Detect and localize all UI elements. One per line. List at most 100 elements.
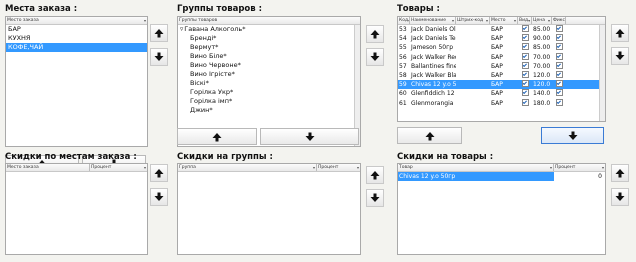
goods-row[interactable]: 60 Glenfiddich 12 y.o БАР 140.0 [398,89,605,98]
filter-icon[interactable]: ▾ [313,165,315,170]
goods-cell-barcode [456,43,490,52]
goods-vid-checkbox[interactable] [522,70,529,78]
goods-row[interactable]: 57 Ballantines finest 5 БАР 70.00 [398,61,605,71]
goods-grid-header[interactable]: Код ▾ Наименование ▾ Штрих-код ▾ Место ▾ Вид ▾ Цен… [398,17,605,25]
filter-icon[interactable]: ▾ [357,165,359,170]
filter-icon[interactable]: ▾ [548,18,550,23]
group-tree-item[interactable]: Вино Червоне* [178,61,360,70]
goods-vid-checkbox[interactable] [522,52,529,60]
places-move-down-button[interactable] [150,48,168,66]
goods-cell-code: 58 [399,71,407,79]
place-item[interactable]: КУХНЯ [6,34,147,43]
filter-icon[interactable]: ▾ [514,18,516,23]
groups-up-button[interactable] [177,128,257,145]
goods-fix-checkbox[interactable] [556,70,563,78]
group-tree-item[interactable]: Горілка імп* [178,97,360,106]
goods-grid[interactable]: Код ▾ Наименование ▾ Штрих-код ▾ Место ▾ Вид ▾ Цен… [397,16,606,122]
goods-move-up-button[interactable] [611,24,629,42]
goods-discounts-up-button[interactable] [611,164,629,182]
goods-row[interactable]: 59 Chivas 12 y.o 50гр БАР 120.0 [398,80,605,90]
group-discounts-grid[interactable]: Группа ▾ Процент ▾ [177,163,361,255]
goods-fix-checkbox[interactable] [556,80,563,88]
goods-cell-price: 90.00 [533,35,551,43]
tree-expand-icon[interactable]: ▿ [180,25,183,33]
goods-vid-checkbox[interactable] [522,89,529,97]
goods-vid-checkbox[interactable] [522,80,529,88]
filter-icon[interactable]: ▾ [144,18,146,23]
goods-row[interactable]: 56 Jack Walker Red lab БАР 70.00 [398,52,605,62]
goods-fix-checkbox[interactable] [556,89,563,97]
group-tree-item[interactable]: Джин* [178,106,360,115]
goods-row[interactable]: 58 Jack Walker Black la БАР 120.0 [398,70,605,80]
goods-col-name[interactable]: Наименование ▾ [410,17,456,24]
goods-row[interactable]: 61 Glenmorangia 10 y БАР 180.0 [398,98,605,108]
goods-discounts-header[interactable]: Товар ▾ Процент ▾ [398,164,605,172]
goods-col-code[interactable]: Код ▾ [398,17,410,24]
place-discounts-header[interactable]: Место заказа Процент ▾ [6,164,147,172]
goods-fix-checkbox[interactable] [556,34,563,42]
group-tree-item[interactable]: Вино Біле* [178,52,360,61]
goods-fix-checkbox[interactable] [556,61,563,69]
place-discounts-down-button[interactable] [150,188,168,206]
filter-icon[interactable]: ▾ [452,18,454,23]
group-tree-item[interactable]: Віскі* [178,79,360,88]
goods-discounts-down-button[interactable] [611,188,629,206]
filter-icon[interactable]: ▾ [565,18,566,23]
groups-down-button[interactable] [260,128,359,145]
goods-col-fix[interactable]: Фикс▾ [552,17,566,24]
group-tree-item-label: Вино Біле* [190,52,227,60]
goods-col-price[interactable]: Цена ▾ [532,17,552,24]
goods-scrollbar[interactable] [599,25,605,121]
goods-fix-checkbox[interactable] [556,43,563,51]
goods-down-button[interactable] [541,127,604,144]
goods-vid-checkbox[interactable] [522,25,529,32]
goods-col-barcode[interactable]: Штрих-код ▾ [456,17,490,24]
goods-fix-checkbox[interactable] [556,52,563,60]
goods-discount-percent[interactable]: 0 [554,172,605,181]
goods-col-label: Фикс [553,18,565,23]
goods-vid-checkbox[interactable] [522,61,529,69]
goods-cell-code: 61 [399,99,407,107]
goods-vid-checkbox[interactable] [522,43,529,51]
arrow-up-icon [370,171,380,180]
place-item[interactable]: БАР [6,25,147,34]
group-tree-item[interactable]: Бренді* [178,34,360,43]
filter-icon[interactable]: ▾ [144,165,146,170]
groups-tree-header[interactable]: Группы товаров [178,17,360,25]
goods-col-vid[interactable]: Вид ▾ [518,17,532,24]
group-tree-item[interactable]: Вино Ігрісте* [178,70,360,79]
filter-icon[interactable]: ▾ [550,165,552,170]
group-discounts-header[interactable]: Группа ▾ Процент ▾ [178,164,360,172]
groups-move-up-button[interactable] [366,25,384,43]
goods-fix-checkbox[interactable] [556,98,563,106]
goods-vid-checkbox[interactable] [522,98,529,106]
places-list-header[interactable]: Место заказа ▾ [6,17,147,25]
goods-cell-place: БАР [491,99,503,107]
goods-cell-price: 120.0 [533,71,551,79]
goods-row[interactable]: 55 Jameson 50гр БАР 85.00 [398,43,605,52]
filter-icon[interactable]: ▾ [486,18,488,23]
goods-row[interactable]: 53 Jack Daniels Old № БАР 85.00 [398,25,605,34]
goods-cell-code: 54 [399,35,407,43]
place-discounts-up-button[interactable] [150,164,168,182]
goods-move-down-button[interactable] [611,47,629,65]
group-discounts-down-button[interactable] [366,189,384,207]
group-tree-item[interactable]: ▿Гавана Алкоголь* [178,25,360,34]
goods-vid-checkbox[interactable] [522,34,529,42]
group-tree-item[interactable]: Вермут* [178,43,360,52]
goods-discount-row[interactable]: Chivas 12 y.o 50гр 0 [398,172,605,182]
goods-col-place[interactable]: Место ▾ [490,17,518,24]
places-list[interactable]: Место заказа ▾ БАР КУХНЯ КОФЕ,ЧАЙ [5,16,148,147]
goods-fix-checkbox[interactable] [556,25,563,32]
goods-row[interactable]: 54 Jack Daniels Tennes БАР 90.00 [398,34,605,43]
goods-discounts-grid[interactable]: Товар ▾ Процент ▾ Chivas 12 y.o 50гр 0 [397,163,606,255]
groups-move-down-button[interactable] [366,48,384,66]
places-move-up-button[interactable] [150,24,168,42]
filter-icon[interactable]: ▾ [602,165,604,170]
place-discounts-grid[interactable]: Место заказа Процент ▾ [5,163,148,255]
group-tree-item[interactable]: Горілка Укр* [178,88,360,97]
filter-icon[interactable]: ▾ [528,18,530,23]
place-item[interactable]: КОФЕ,ЧАЙ [6,43,147,52]
goods-up-button[interactable] [397,127,462,144]
group-discounts-up-button[interactable] [366,166,384,184]
